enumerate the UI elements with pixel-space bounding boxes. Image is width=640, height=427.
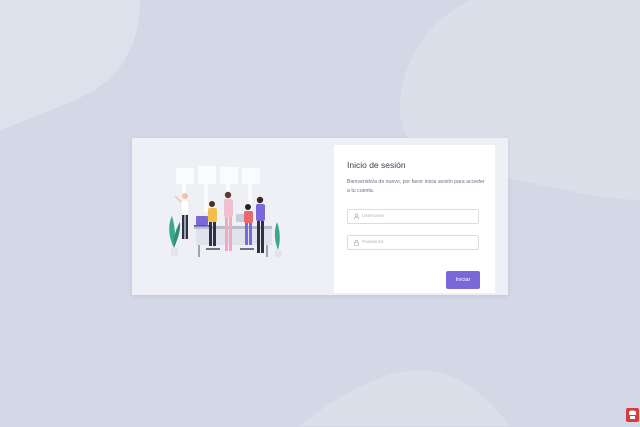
- username-field[interactable]: [347, 209, 479, 224]
- login-card: Inicio de sesión Bienvenido/a de nuevo, …: [132, 138, 508, 295]
- team-illustration: [169, 166, 282, 257]
- lock-icon: [354, 239, 359, 246]
- login-submit-button[interactable]: Iniciar: [446, 271, 480, 289]
- login-title: Inicio de sesión: [347, 160, 406, 170]
- user-icon: [353, 213, 360, 220]
- brand-logo-icon[interactable]: [626, 408, 639, 422]
- username-input[interactable]: [362, 211, 474, 222]
- password-field[interactable]: [347, 235, 479, 250]
- login-subtitle: Bienvenido/a de nuevo, por favor inicia …: [347, 179, 485, 194]
- login-form-panel: Inicio de sesión Bienvenido/a de nuevo, …: [334, 145, 495, 293]
- brand-logo-glyph: [629, 410, 636, 419]
- password-input[interactable]: [362, 237, 474, 248]
